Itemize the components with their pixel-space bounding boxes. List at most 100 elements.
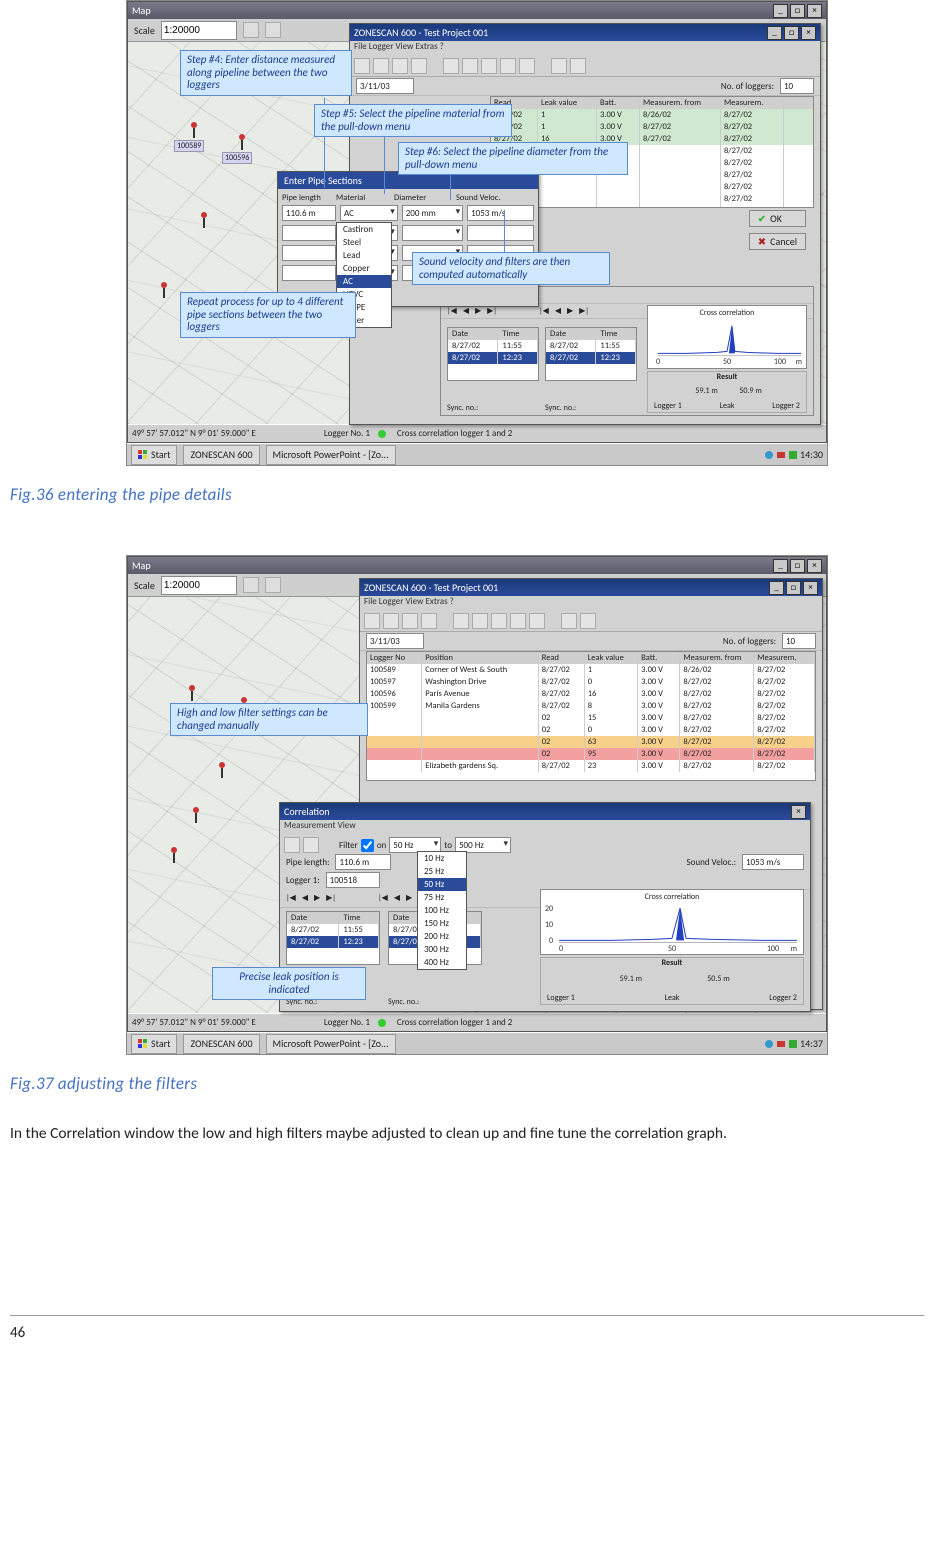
material-select[interactable]: AC <box>340 205 398 221</box>
toolbar-icon[interactable] <box>265 22 281 38</box>
callout-step6: Step #6: Select the pipeline diameter fr… <box>398 142 628 175</box>
pipe-length-input[interactable] <box>282 225 336 241</box>
sound-veloc-field: 1053 m/s <box>467 205 534 221</box>
diameter-select[interactable]: 200 mm <box>402 205 463 221</box>
taskbar-app[interactable]: Microsoft PowerPoint - [Zo... <box>266 445 396 465</box>
col-hdr: Material <box>336 193 390 203</box>
result-title: Result <box>648 372 806 382</box>
pipe-length-field[interactable]: 110.6 m <box>335 854 391 870</box>
logger-table[interactable]: Logger No Position Read Leak value Batt.… <box>366 651 816 781</box>
tb-icon[interactable] <box>443 58 459 74</box>
zonescan-toolbar <box>350 56 820 77</box>
taskbar-clock: 14:30 <box>800 448 823 461</box>
result-pane: Result 59.1 m 50.5 m Logger 1 Leak Logge… <box>540 957 804 1005</box>
start-button[interactable]: Start <box>131 445 177 465</box>
callout-leakpos: Precise leak position is indicated <box>212 967 366 1000</box>
tb-icon[interactable] <box>462 58 478 74</box>
meas-list-a[interactable]: DateTime 8/27/0211:55 8/27/0212:23 <box>286 911 380 965</box>
maximize-icon[interactable]: □ <box>790 4 805 18</box>
th[interactable]: Leak value <box>538 97 597 109</box>
diameter-select[interactable] <box>402 225 463 241</box>
pipe-length-input[interactable] <box>282 265 336 281</box>
pipe-length-input[interactable] <box>282 245 336 261</box>
meas-list-a[interactable]: DateTime 8/27/0211:55 8/27/0212:23 <box>447 327 539 381</box>
corr-menubar[interactable]: Measurement View <box>280 820 810 835</box>
corr-title: Correlation <box>284 805 330 818</box>
callout-filters: High and low filter settings can be chan… <box>170 703 368 736</box>
toolbar-icon[interactable] <box>243 22 259 38</box>
scale-input[interactable] <box>161 576 237 595</box>
callout-step4: Step #4: Enter distance measured along p… <box>180 50 352 96</box>
minimize-icon[interactable]: _ <box>773 559 788 573</box>
sync-label-a: Sync. no.: <box>447 403 478 413</box>
tb-icon[interactable] <box>392 58 408 74</box>
logger-pin[interactable] <box>158 282 170 298</box>
date-field[interactable]: 3/11/03 <box>356 78 414 94</box>
status-corr: Cross correlation logger 1 and 2 <box>397 428 512 439</box>
meas-list-b[interactable]: DateTime 8/27/0211:55 8/27/0212:23 <box>545 327 637 381</box>
col-hdr: Diameter <box>394 193 452 203</box>
zonescan-menubar[interactable]: File Logger View Extras ? <box>350 41 820 56</box>
tb-icon[interactable] <box>411 58 427 74</box>
logger1-value[interactable]: 100518 <box>326 872 380 888</box>
toolbar-icon[interactable] <box>243 577 259 593</box>
taskbar-app[interactable]: ZONESCAN 600 <box>183 445 259 465</box>
taskbar-app[interactable]: ZONESCAN 600 <box>183 1034 259 1054</box>
close-icon[interactable]: × <box>807 4 822 18</box>
pipe-length-input[interactable]: 110.6 m <box>282 205 336 221</box>
toolbar-icon[interactable] <box>265 577 281 593</box>
tb-icon[interactable] <box>481 58 497 74</box>
logger-pin[interactable] <box>216 762 228 778</box>
logger-pin[interactable] <box>190 807 202 823</box>
taskbar-clock: 14:37 <box>800 1037 823 1050</box>
figure-36-caption: Fig.36 entering the pipe details <box>10 484 924 505</box>
minimize-icon[interactable]: _ <box>773 4 788 18</box>
tb-icon[interactable] <box>373 58 389 74</box>
tb-icon[interactable] <box>570 58 586 74</box>
logger-pin[interactable] <box>236 134 248 150</box>
logger-pin[interactable] <box>168 847 180 863</box>
taskbar: Start ZONESCAN 600 Microsoft PowerPoint … <box>127 443 827 465</box>
logger-pin[interactable] <box>186 685 198 701</box>
col-hdr: Pipe length <box>282 193 332 203</box>
cancel-button[interactable]: ✖Cancel <box>749 233 806 250</box>
filter-on-checkbox[interactable] <box>361 839 374 852</box>
loggers-label: No. of loggers: <box>721 81 774 92</box>
maximize-icon[interactable]: □ <box>786 581 801 595</box>
close-icon[interactable]: × <box>807 559 822 573</box>
minimize-icon[interactable]: _ <box>769 581 784 595</box>
taskbar-app[interactable]: Microsoft PowerPoint - [Zo... <box>266 1034 396 1054</box>
th[interactable]: Measurem. <box>721 97 784 109</box>
close-icon[interactable]: × <box>801 26 816 40</box>
page-number: 46 <box>10 1315 924 1342</box>
close-icon[interactable]: × <box>803 581 818 595</box>
figure-37-caption: Fig.37 adjusting the filters <box>10 1073 924 1094</box>
scale-input[interactable] <box>161 21 237 40</box>
logger-label: 100596 <box>222 152 252 164</box>
map-titlebar: Map _ □ × <box>128 2 826 19</box>
close-icon[interactable]: × <box>791 805 806 819</box>
maximize-icon[interactable]: □ <box>784 26 799 40</box>
start-button[interactable]: Start <box>131 1034 177 1054</box>
callout-step5: Step #5: Select the pipeline material fr… <box>314 104 512 137</box>
sound-veloc-field <box>467 225 534 241</box>
maximize-icon[interactable]: □ <box>790 559 805 573</box>
taskbar: Start ZONESCAN 600 Microsoft PowerPoint … <box>127 1032 827 1054</box>
minimize-icon[interactable]: _ <box>767 26 782 40</box>
th[interactable]: Batt. <box>597 97 640 109</box>
body-paragraph: In the Correlation window the low and hi… <box>10 1124 924 1145</box>
tb-icon[interactable] <box>551 58 567 74</box>
th[interactable]: Measurem. from <box>640 97 721 109</box>
filter-dropdown[interactable]: 10 Hz 25 Hz 50 Hz 75 Hz 100 Hz 150 Hz 20… <box>417 851 467 970</box>
scale-label: Scale <box>134 24 155 37</box>
tb-icon[interactable] <box>354 58 370 74</box>
tb-icon[interactable] <box>519 58 535 74</box>
zonescan-titlebar: ZONESCAN 600 - Test Project 001 _□× <box>350 24 820 41</box>
logger-pin[interactable] <box>188 122 200 138</box>
ok-button[interactable]: ✔OK <box>749 210 806 227</box>
figure-36-screenshot: Map _ □ × Scale 100589 100596 <box>126 0 828 466</box>
tb-icon[interactable] <box>500 58 516 74</box>
status-logger: Logger No. 1 <box>324 428 370 439</box>
logger-pin[interactable] <box>198 212 210 228</box>
zonescan-infobar: 3/11/03 No. of loggers: 10 <box>350 77 820 96</box>
